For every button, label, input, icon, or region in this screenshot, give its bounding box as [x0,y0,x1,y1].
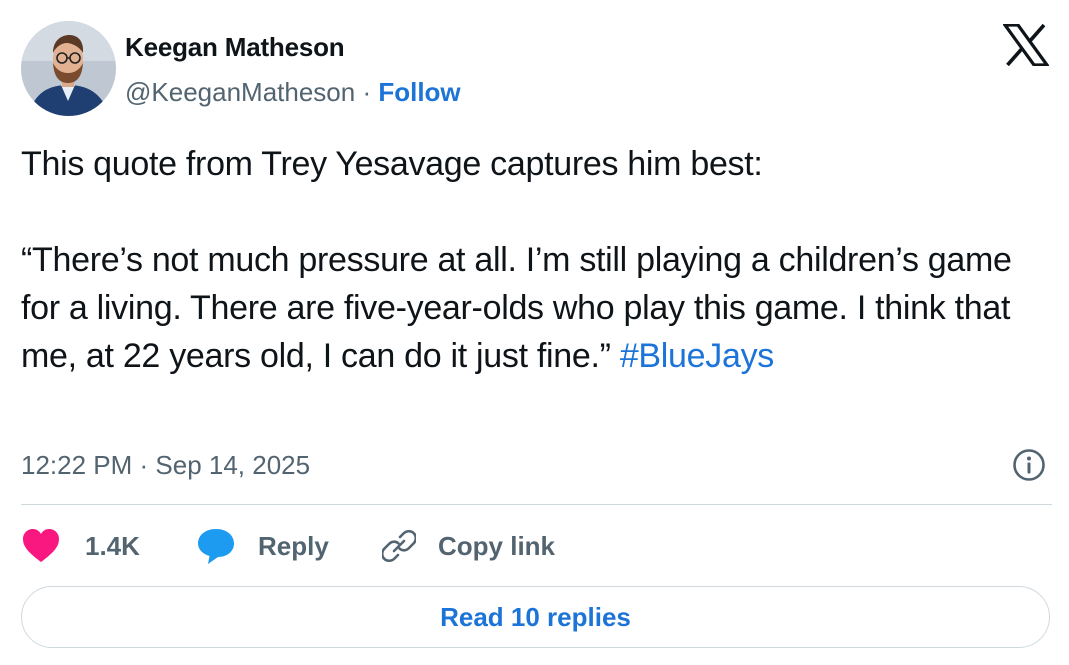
date-separator: · [132,450,156,480]
read-replies-button[interactable]: Read 10 replies [21,586,1050,648]
like-count: 1.4K [85,531,140,561]
author-avatar[interactable] [21,21,116,116]
handle-separator: · [355,77,379,107]
tweet-text: This quote from Trey Yesavage captures h… [21,140,1031,380]
link-icon [382,529,416,563]
tweet-time: 12:22 PM [21,450,133,480]
tweet-timestamp[interactable]: 12:22 PM · Sep 14, 2025 [21,448,310,482]
author-name[interactable]: Keegan Matheson [125,31,345,63]
copy-link-label: Copy link [438,531,556,561]
hashtag-link[interactable]: #BlueJays [620,337,774,375]
reply-bubble-icon [198,529,234,564]
copy-link-button[interactable]: Copy link [382,524,555,568]
reply-label: Reply [258,531,329,561]
tweet-body: This quote from Trey Yesavage captures h… [21,145,1012,375]
like-button[interactable]: 1.4K [21,524,140,568]
embedded-tweet-card: Keegan Matheson @KeeganMatheson · Follow… [0,0,1069,665]
reply-button[interactable]: Reply [196,524,329,568]
author-handle-row: @KeeganMatheson · Follow [125,75,461,109]
tweet-date: Sep 14, 2025 [155,450,311,480]
author-handle[interactable]: @KeeganMatheson [125,77,355,107]
follow-button[interactable]: Follow [378,77,460,107]
divider [21,504,1052,505]
info-icon[interactable] [1012,448,1046,482]
x-logo-icon[interactable] [1003,24,1049,66]
avatar-photo [21,21,116,116]
heart-icon [23,529,59,562]
